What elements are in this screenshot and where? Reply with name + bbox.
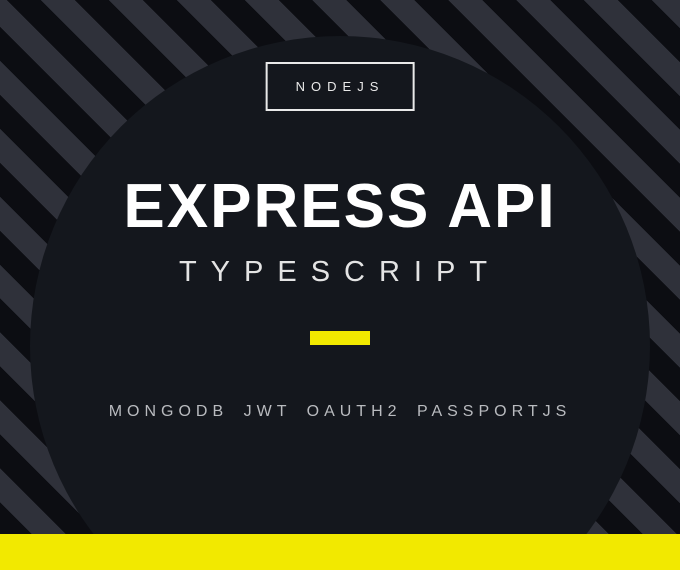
accent-bar	[310, 331, 370, 345]
subtitle: TYPESCRIPT	[0, 256, 680, 289]
poster-canvas: NODEJS EXPRESS API TYPESCRIPT MONGODB JW…	[0, 0, 680, 570]
bottom-accent-bar	[0, 534, 680, 570]
badge-label: NODEJS	[296, 79, 385, 94]
main-title: EXPRESS API	[0, 176, 680, 238]
center-content: EXPRESS API TYPESCRIPT MONGODB JWT OAUTH…	[0, 176, 680, 421]
top-badge: NODEJS	[266, 62, 415, 111]
tag-list: MONGODB JWT OAUTH2 PASSPORTJS	[0, 403, 680, 421]
